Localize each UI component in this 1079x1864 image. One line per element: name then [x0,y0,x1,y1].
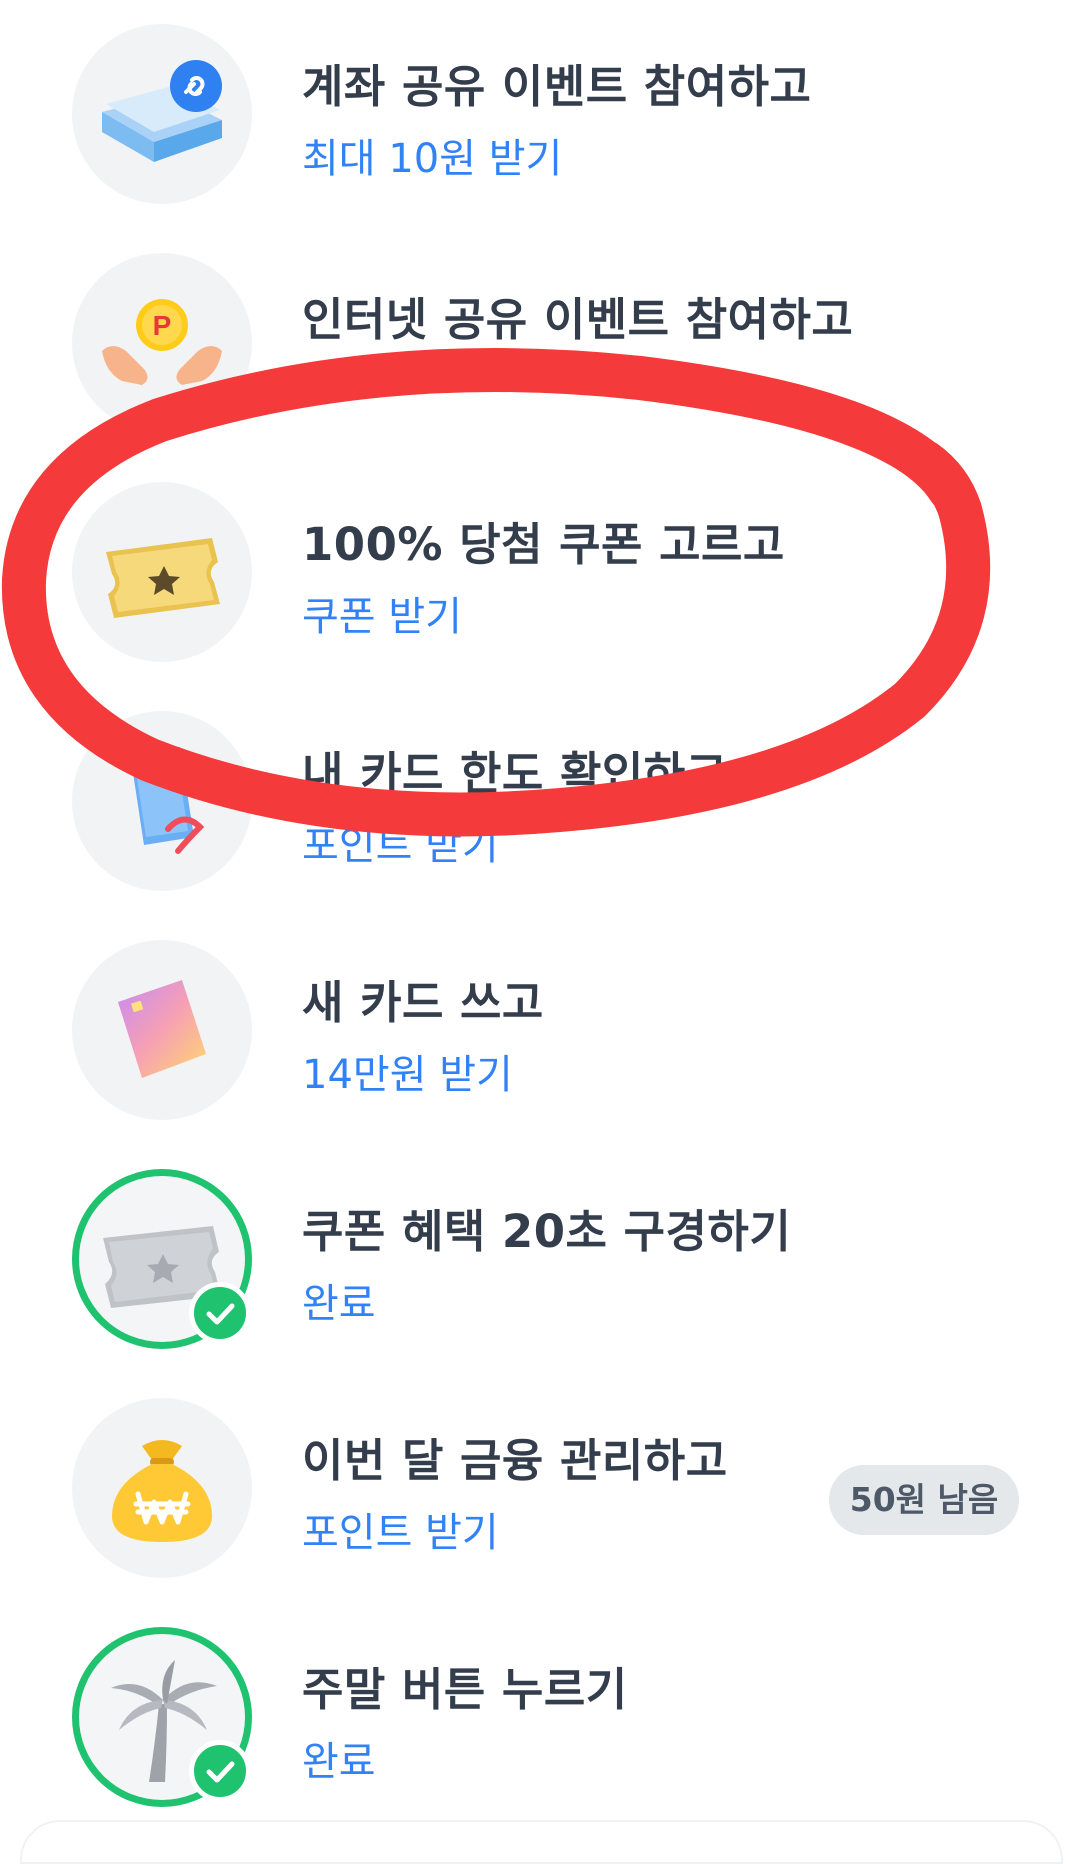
list-item[interactable]: 새 카드 쓰고 14만원 받기 [0,914,1079,1143]
item-reward: 포인트 받기 [302,1510,499,1556]
item-title: 주말 버튼 누르기 [302,1663,628,1716]
item-title: 쿠폰 혜택 20초 구경하기 [302,1205,792,1258]
silver-ticket-icon [72,1169,252,1349]
blue-card-icon [72,711,252,891]
item-title: 100% 당첨 쿠폰 고르고 [302,518,785,571]
list-item[interactable]: 쿠폰 혜택 20초 구경하기 완료 [0,1143,1079,1372]
item-reward: 최대 10원 받기 [302,136,563,182]
item-title: 이번 달 금융 관리하고 [302,1434,728,1487]
item-title: 계좌 공유 이벤트 참여하고 [302,60,812,113]
palm-tree-icon [72,1627,252,1807]
list-item[interactable]: 이번 달 금융 관리하고 포인트 받기 50원 남음 [0,1372,1079,1601]
list-item[interactable]: 100% 당첨 쿠폰 고르고 쿠폰 받기 [0,456,1079,685]
item-reward: 포인트 받기 [302,823,499,869]
bottom-sheet-edge [20,1820,1063,1864]
check-icon [189,1740,251,1802]
gold-ticket-icon [72,482,252,662]
item-title: 내 카드 한도 확인하고 [302,747,728,800]
list-item[interactable]: 계좌 공유 이벤트 참여하고 최대 10원 받기 [0,0,1079,227]
list-item[interactable]: 주말 버튼 누르기 완료 [0,1601,1079,1830]
item-reward: 쿠폰 받기 [302,594,462,640]
money-bag-icon [72,1398,252,1578]
mission-list: 계좌 공유 이벤트 참여하고 최대 10원 받기 P 인터넷 공유 이벤트 참여… [0,0,1079,1832]
item-reward: 14만원 받기 [302,1052,513,1098]
gradient-card-icon [72,940,252,1120]
list-item[interactable]: P 인터넷 공유 이벤트 참여하고 [0,227,1079,456]
account-share-icon [72,24,252,204]
item-status: 완료 [302,1281,376,1327]
item-status: 완료 [302,1739,376,1785]
remaining-badge: 50원 남음 [829,1465,1019,1535]
item-title: 새 카드 쓰고 [302,976,544,1029]
item-title: 인터넷 공유 이벤트 참여하고 [302,293,854,346]
check-icon [189,1282,251,1344]
list-item[interactable]: 내 카드 한도 확인하고 포인트 받기 [0,685,1079,914]
svg-text:P: P [153,310,172,341]
point-coin-hands-icon: P [72,253,252,433]
